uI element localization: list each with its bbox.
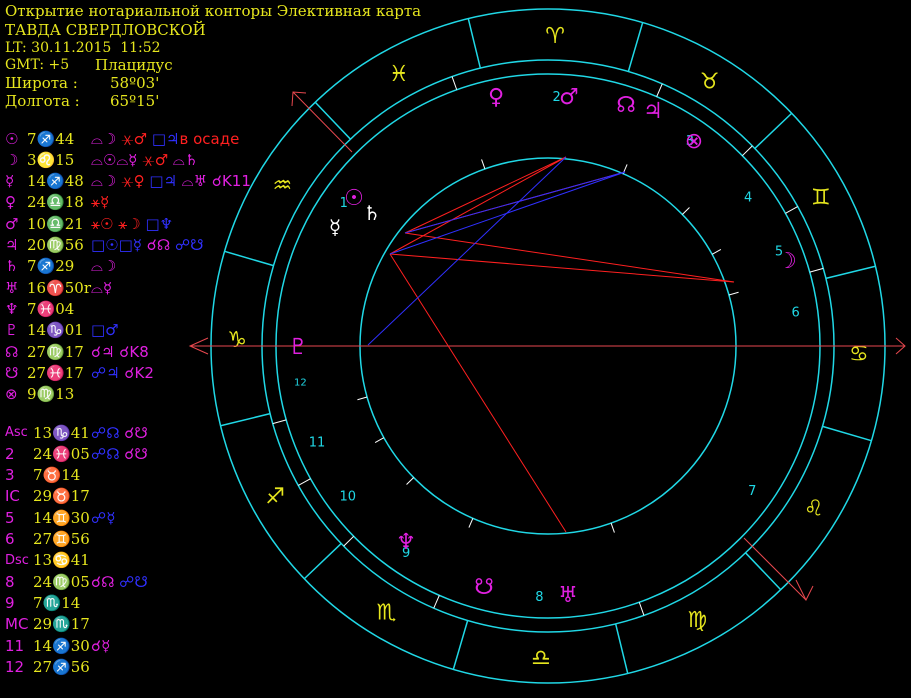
aspect-line [404, 232, 735, 283]
south-node-glyph: ☋ [474, 575, 494, 600]
house-cusp-inner-tick [406, 477, 415, 485]
sign-divider [822, 425, 872, 442]
house-cusp-inner-tick [728, 291, 739, 296]
zodiac-sign-glyph: ♐ [265, 484, 285, 509]
sign-divider [627, 22, 644, 72]
venus-glyph: ♀ [488, 85, 504, 110]
house-number: 7 [748, 484, 756, 499]
aspect-lines [367, 156, 735, 533]
sign-divider [220, 412, 271, 427]
ic-marker [795, 579, 814, 602]
zodiac-sign-glyph: ♓ [389, 62, 409, 87]
mars-glyph: ♂ [559, 85, 579, 110]
house-number: 12 [294, 377, 307, 388]
sign-divider [467, 18, 482, 69]
mc-line [292, 91, 353, 153]
aspect-line [389, 253, 735, 283]
zodiac-sign-glyph: ♊ [811, 186, 831, 211]
house-cusp-inner-tick [468, 518, 474, 528]
pluto-glyph: ♇ [288, 335, 308, 360]
house-cusp-inner-tick [681, 207, 690, 215]
north-node-glyph: ☊ [616, 93, 636, 118]
house-cusp-tick [785, 206, 798, 214]
ic-line [743, 537, 807, 601]
house-cusp-inner-tick [610, 522, 615, 533]
house-number: 11 [309, 436, 326, 451]
sign-glyphs: ♑♒♓♈♉♊♋♌♍♎♏♐ [227, 24, 869, 671]
sign-divider [744, 552, 782, 591]
house-number: 6 [791, 306, 799, 321]
house-number: 10 [340, 490, 357, 505]
sign-divider [825, 265, 876, 280]
moon-glyph: ☽ [777, 249, 797, 274]
house-cusp-inner-tick [711, 249, 722, 255]
zodiac-sign-glyph: ♌ [804, 497, 824, 522]
sign-divider [314, 101, 352, 140]
house-cusp-tick [809, 267, 824, 273]
zodiac-sign-glyph: ♒ [272, 173, 292, 198]
zodiac-sign-glyph: ♍ [687, 608, 707, 633]
sign-divider [303, 542, 342, 580]
chart-wheel: ♑♒♓♈♉♊♋♌♍♎♏♐ 123456789101112 ♀ ♂ ☊ ♃ ⊗ ☽… [188, 8, 906, 684]
house-number: 4 [744, 190, 752, 205]
house-cusp-inner-tick [357, 396, 368, 401]
sign-divider [614, 623, 629, 674]
house-cusp-inner-tick [374, 437, 385, 443]
saturn-glyph: ♄ [363, 201, 381, 225]
mercury-glyph: ☿ [329, 215, 341, 239]
house-cusp-inner-tick [481, 159, 486, 170]
zodiac-sign-glyph: ♈ [545, 24, 565, 49]
house-cusp-tick [272, 419, 287, 425]
house-cusp-tick [638, 602, 645, 616]
house-cusp-tick [741, 145, 753, 157]
part-of-fortune-glyph: ⊗ [685, 129, 703, 154]
sun-glyph: ☉ [344, 186, 364, 211]
house-cusp-tick [433, 595, 440, 609]
zodiac-sign-glyph: ♑ [227, 328, 247, 353]
uranus-glyph: ♅ [558, 583, 578, 608]
house-cusp-tick [451, 76, 458, 90]
sign-divider [452, 620, 469, 670]
zodiac-sign-glyph: ♎ [531, 646, 551, 671]
sign-divider [754, 112, 793, 150]
aspect-line [389, 253, 567, 533]
house-cusp-tick [298, 478, 311, 486]
house-cusp-tick [656, 83, 663, 97]
mc-arrow [291, 91, 307, 107]
zodiac-sign-glyph: ♉ [700, 69, 720, 94]
jupiter-glyph: ♃ [643, 99, 663, 124]
zodiac-sign-glyph: ♏ [376, 601, 396, 626]
sign-divider [224, 250, 274, 267]
house-number: 8 [535, 590, 543, 605]
house-cusp-tick [343, 535, 355, 547]
neptune-glyph: ♆ [396, 530, 416, 555]
